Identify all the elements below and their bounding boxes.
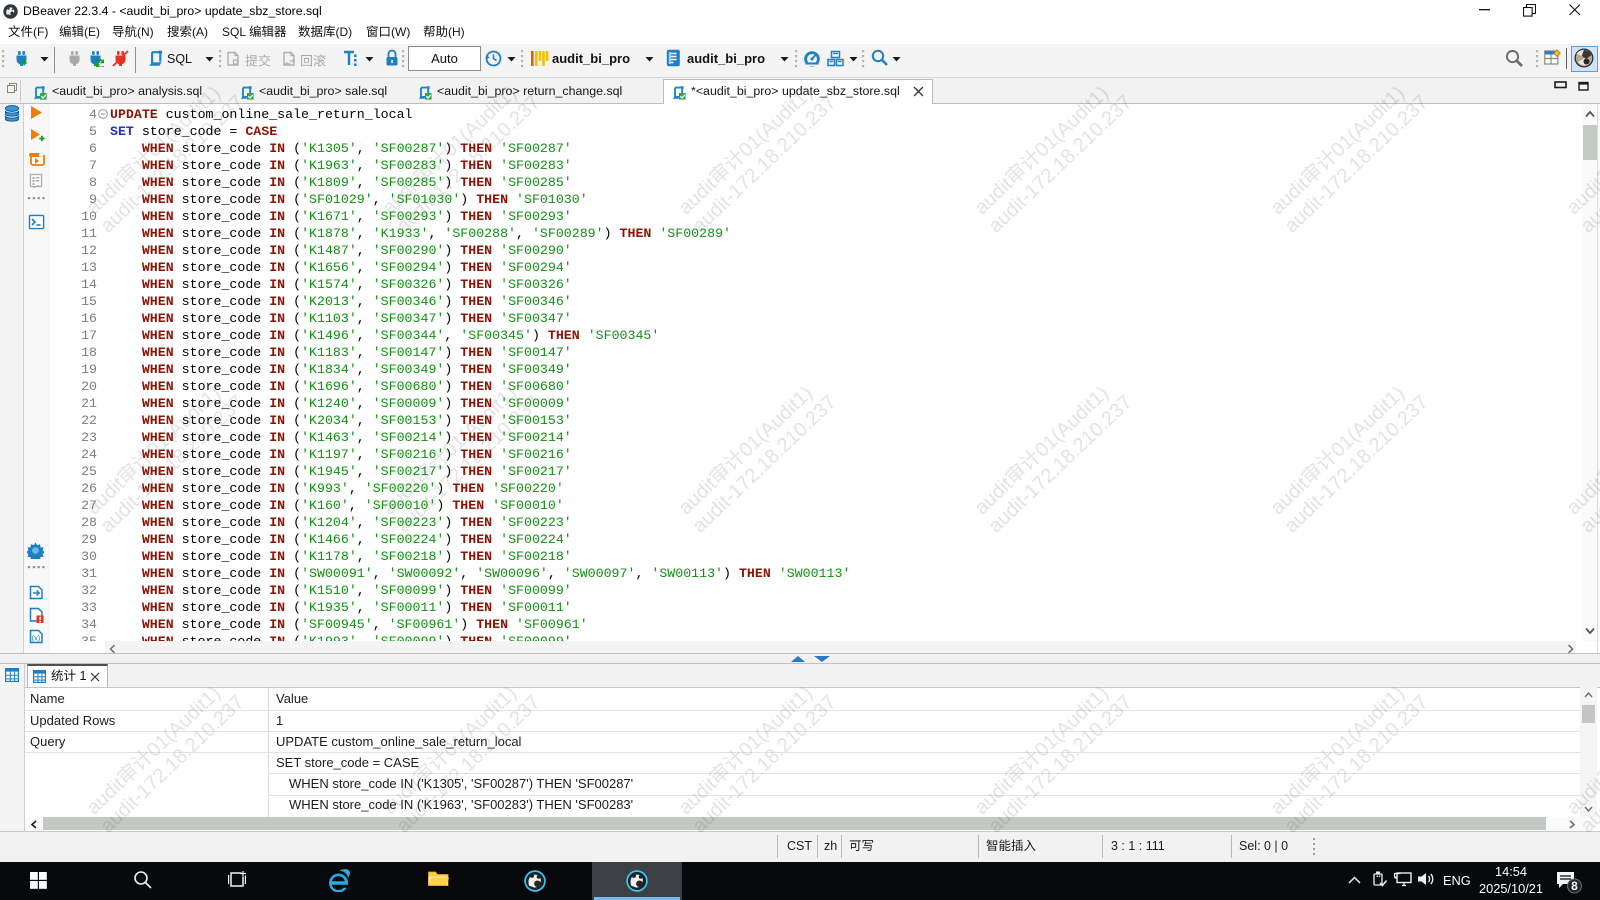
svg-text:8: 8 xyxy=(1571,879,1578,893)
svg-text:(x): (x) xyxy=(32,634,41,643)
